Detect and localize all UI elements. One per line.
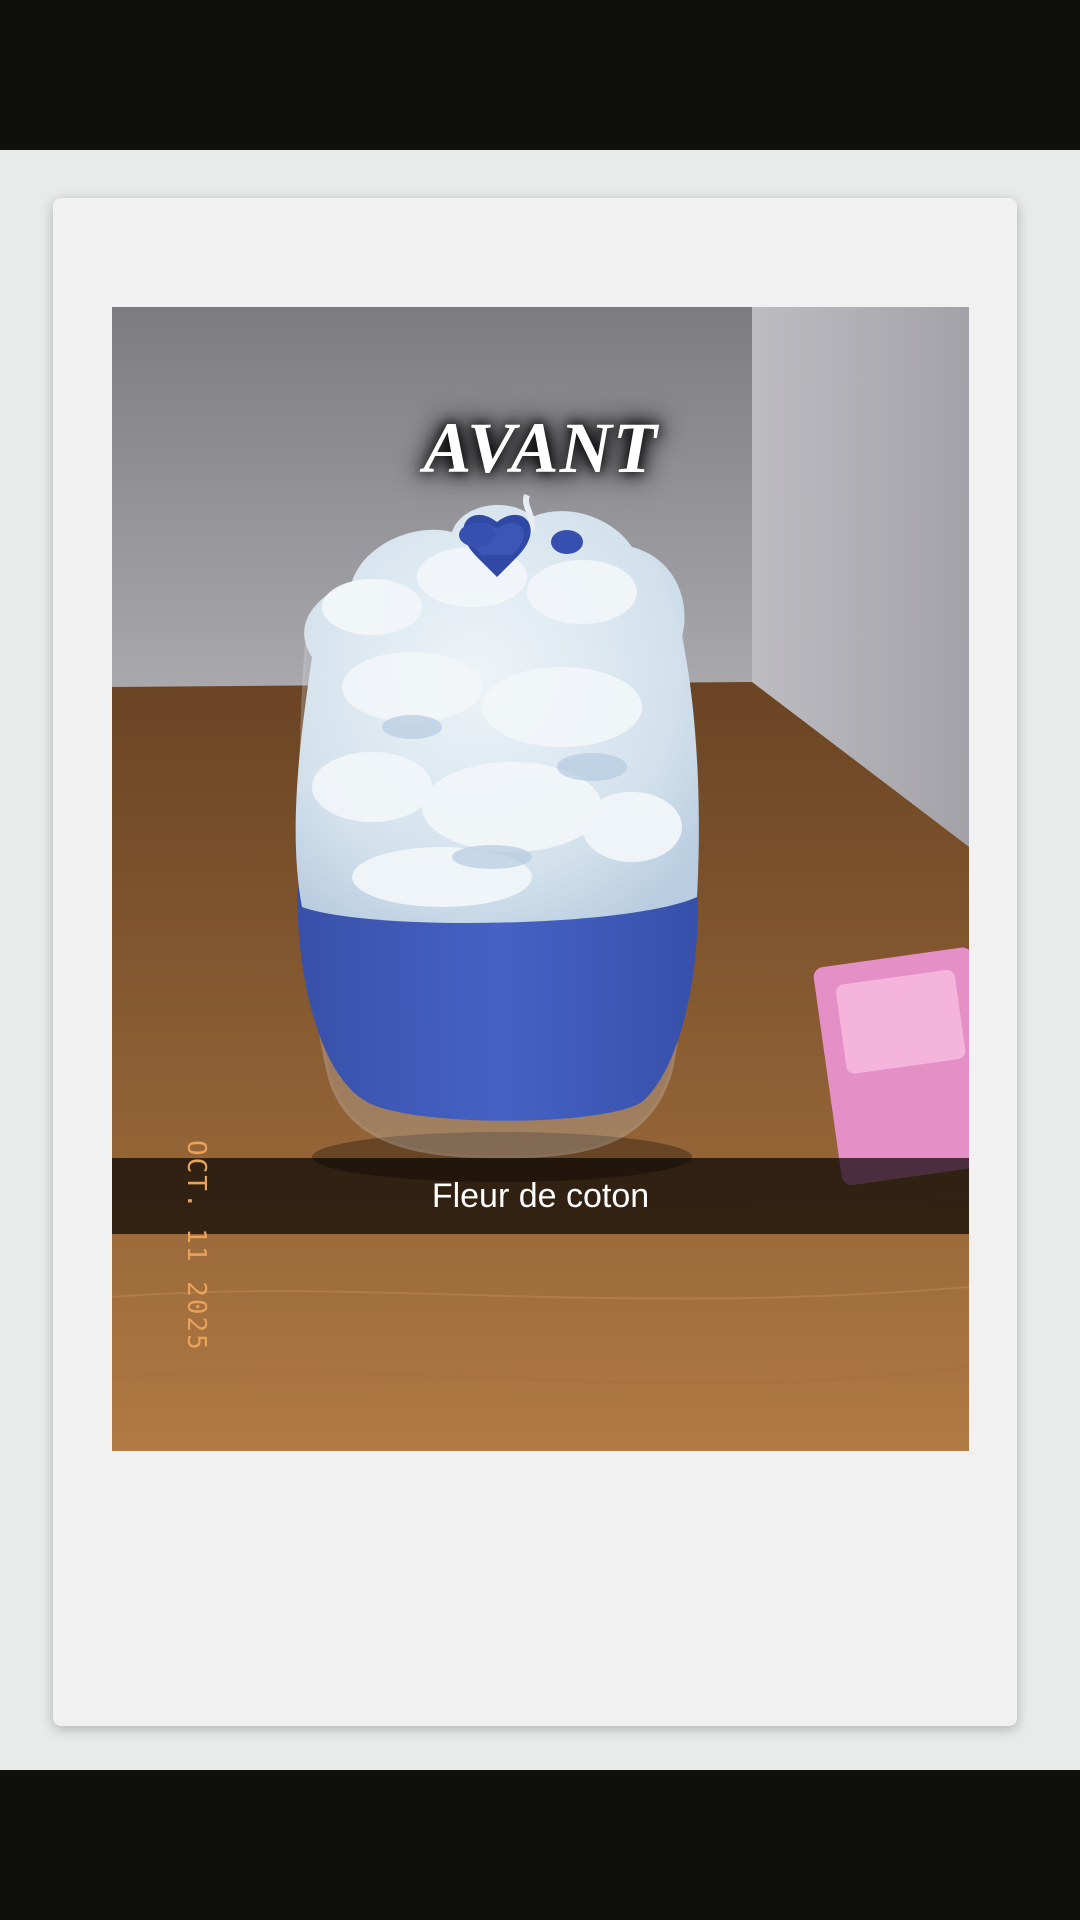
photo-headline: AVANT	[423, 408, 658, 488]
date-stamp: OCT. 11 2025	[181, 1140, 211, 1352]
caption-bar: Fleur de coton	[112, 1158, 969, 1234]
caption-text: Fleur de coton	[431, 1176, 650, 1215]
top-black-bar	[0, 0, 1080, 150]
bottom-black-bar	[0, 1770, 1080, 1920]
candle-photo: AVANT Fleur de coton	[112, 307, 969, 1451]
